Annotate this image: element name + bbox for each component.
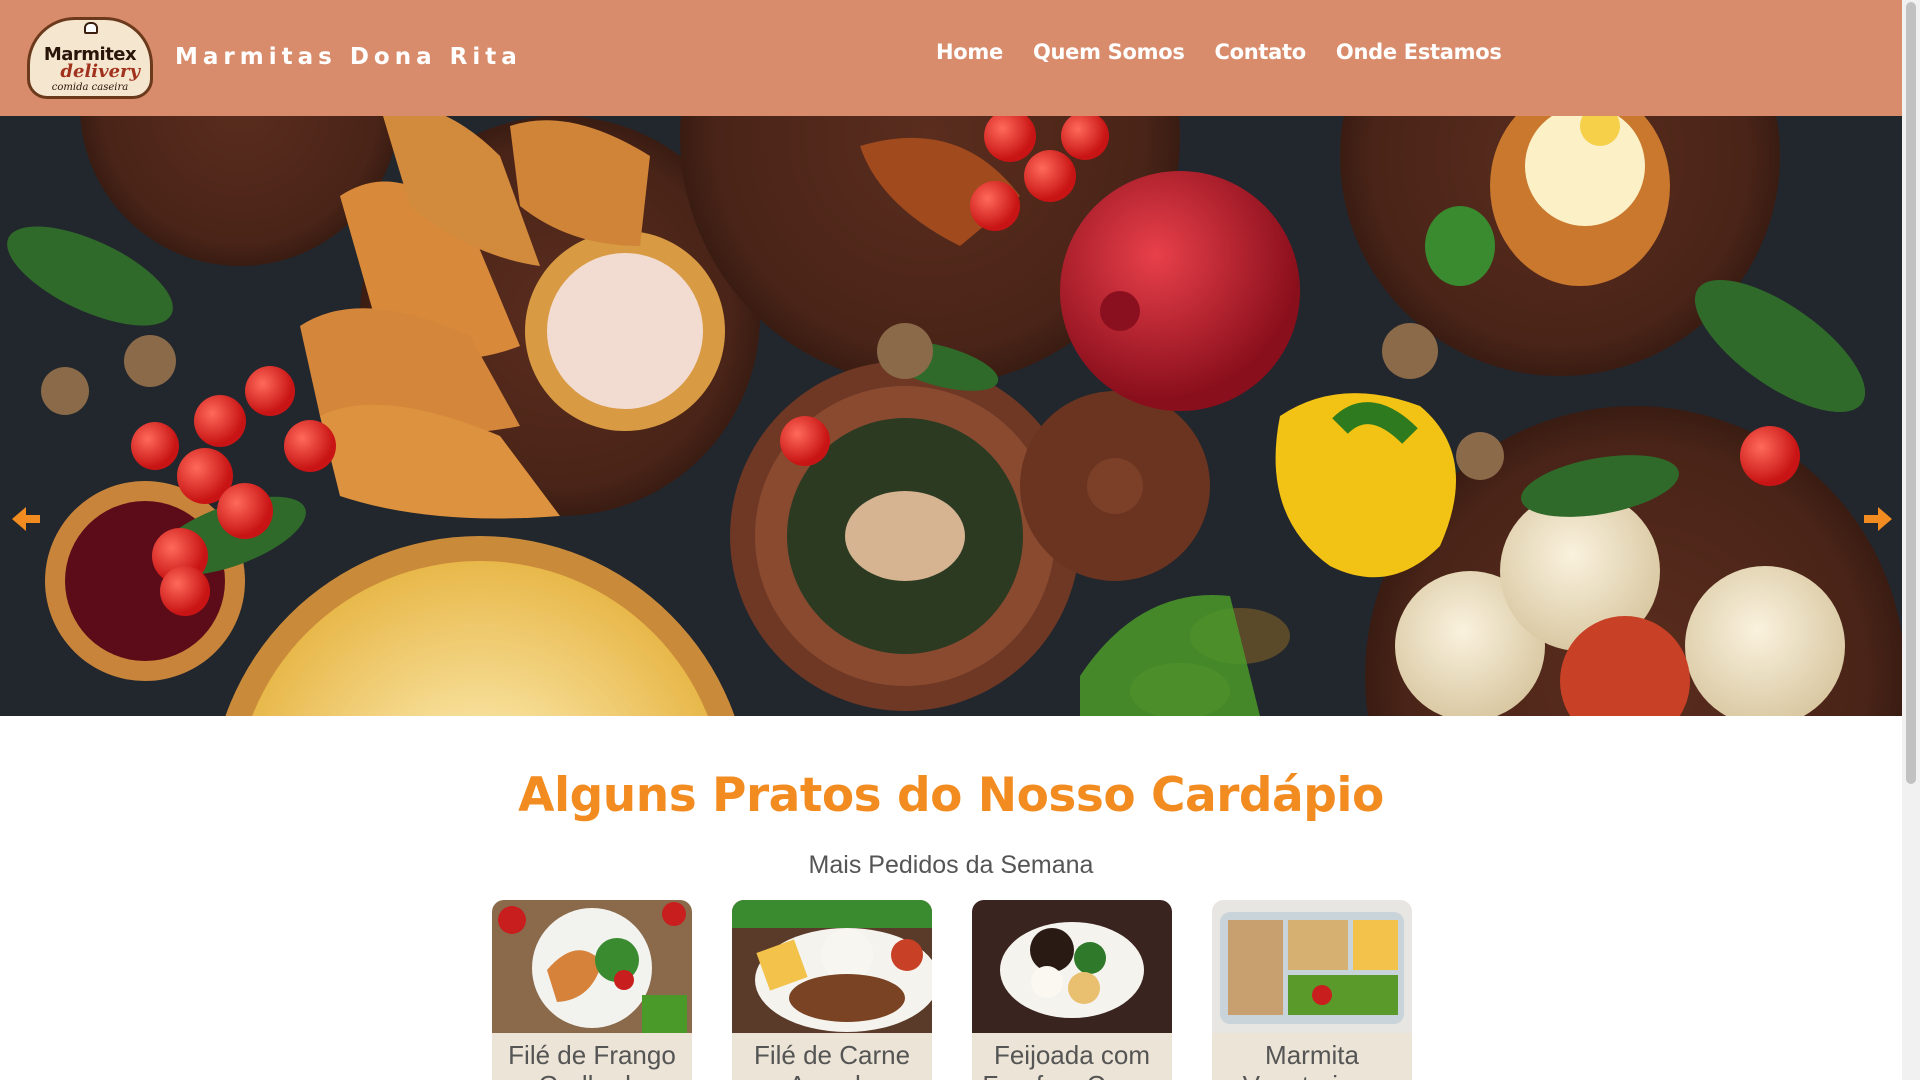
section-subtitle: Mais Pedidos da Semana [808, 851, 1094, 879]
dish-cards: Filé de Frango Grelhado Filé de Carne As… [492, 900, 1412, 1080]
dish-image [1212, 900, 1412, 1033]
dish-image [732, 900, 932, 1033]
site-header: Marmitex delivery comida caseira Marmita… [0, 0, 1902, 116]
brand-name[interactable]: Marmitas Dona Rita [175, 44, 522, 70]
dish-name: Feijoada com Farofa e Couve [982, 1040, 1161, 1080]
nav-contato[interactable]: Contato [1215, 40, 1307, 64]
dish-card[interactable]: Filé de Carne Assada [732, 900, 932, 1080]
hero-food-image [0, 116, 1902, 716]
arrow-left-icon[interactable] [8, 501, 44, 537]
dish-image [972, 900, 1172, 1033]
dish-name: Marmita Vegetariana com [1243, 1040, 1382, 1080]
dish-name: Filé de Frango Grelhado [508, 1040, 676, 1080]
page-scrollbar[interactable] [1902, 0, 1920, 1080]
section-title: Alguns Pratos do Nosso Cardápio [518, 768, 1384, 823]
scrollbar-thumb[interactable] [1906, 2, 1916, 784]
brand-logo[interactable]: Marmitex delivery comida caseira [27, 17, 153, 99]
nav-onde-estamos[interactable]: Onde Estamos [1336, 40, 1502, 64]
dish-card[interactable]: Marmita Vegetariana com [1212, 900, 1412, 1080]
dish-image [492, 900, 692, 1033]
hero-carousel [0, 116, 1902, 716]
dish-name: Filé de Carne Assada [753, 1040, 911, 1080]
logo-text-line3: comida caseira [51, 82, 129, 93]
chef-hat-icon [84, 22, 98, 34]
dish-card[interactable]: Feijoada com Farofa e Couve [972, 900, 1172, 1080]
dish-card[interactable]: Filé de Frango Grelhado [492, 900, 692, 1080]
logo-text-line2: delivery [60, 61, 140, 82]
nav-home[interactable]: Home [936, 40, 1003, 64]
arrow-right-icon[interactable] [1860, 501, 1896, 537]
nav-quem-somos[interactable]: Quem Somos [1033, 40, 1185, 64]
main-nav: Home Quem Somos Contato Onde Estamos [936, 40, 1502, 64]
